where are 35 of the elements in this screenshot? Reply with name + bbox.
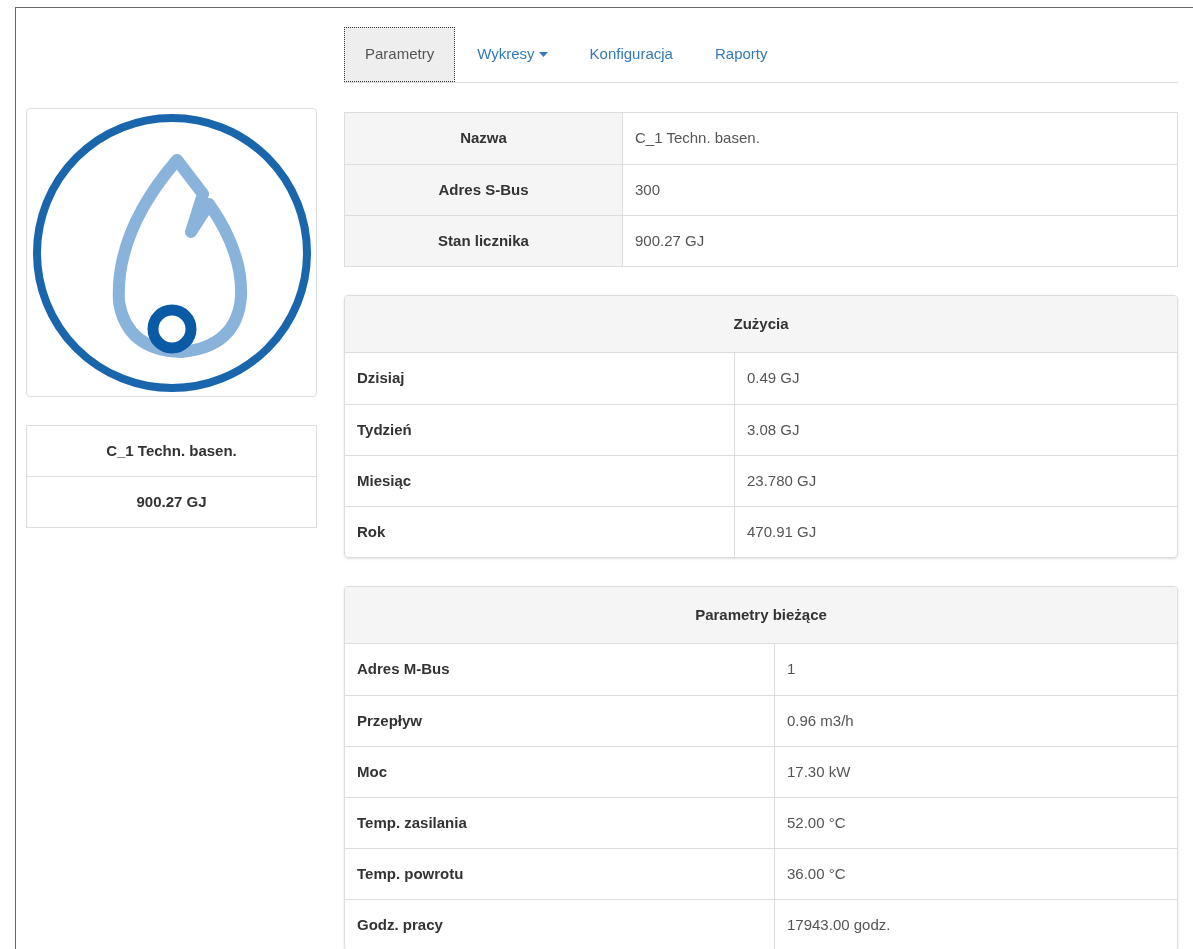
- label-cell: Adres M-Bus: [345, 644, 775, 695]
- value-cell-text: 0.49 GJ: [746, 368, 801, 389]
- label-cell: Godz. pracy: [345, 900, 775, 949]
- value-cell-text: 300: [634, 179, 662, 200]
- panel-title: Zużycia: [733, 313, 789, 334]
- label-cell: Dzisiaj: [345, 353, 735, 404]
- value-cell-text: 470.91 GJ: [746, 521, 818, 542]
- value-cell-text: 17.30 kW: [786, 761, 852, 782]
- label-cell: Nazwa: [345, 113, 623, 164]
- nav-tab[interactable]: Wykresy: [457, 27, 568, 82]
- nav-tab[interactable]: Raporty: [694, 27, 788, 82]
- value-cell-text: C_1 Techn. basen.: [634, 128, 761, 149]
- label-cell: Adres S-Bus: [345, 165, 623, 215]
- value-cell-text: 0.96 m3/h: [786, 710, 855, 731]
- value-cell-text: 36.00 °C: [786, 863, 847, 884]
- value-cell-text: 3.08 GJ: [746, 419, 801, 440]
- label-cell: Miesiąc: [345, 456, 735, 506]
- value-cell-text: 1: [786, 659, 797, 680]
- value-cell-text: 23.780 GJ: [746, 470, 818, 491]
- label-cell: Przepływ: [345, 696, 775, 746]
- label-cell: Rok: [345, 507, 735, 557]
- panel-title: Parametry bieżące: [695, 604, 827, 625]
- label-cell: Moc: [345, 747, 775, 797]
- value-cell-text: 52.00 °C: [786, 812, 847, 833]
- nav-tab[interactable]: Parametry: [344, 27, 456, 82]
- value-cell-text: 900.27 GJ: [634, 230, 706, 251]
- label-cell: Tydzień: [345, 405, 735, 455]
- value-cell-text: 17943.00 godz.: [786, 914, 892, 935]
- nav-tab[interactable]: Konfiguracja: [569, 27, 693, 82]
- caret-icon: [538, 52, 548, 57]
- device-reading: 900.27 GJ: [135, 491, 208, 512]
- device-name: C_1 Techn. basen.: [27, 426, 316, 477]
- label-cell: Temp. zasilania: [345, 798, 775, 848]
- label-cell: Temp. powrotu: [345, 849, 775, 899]
- label-cell: Stan licznika: [345, 216, 623, 266]
